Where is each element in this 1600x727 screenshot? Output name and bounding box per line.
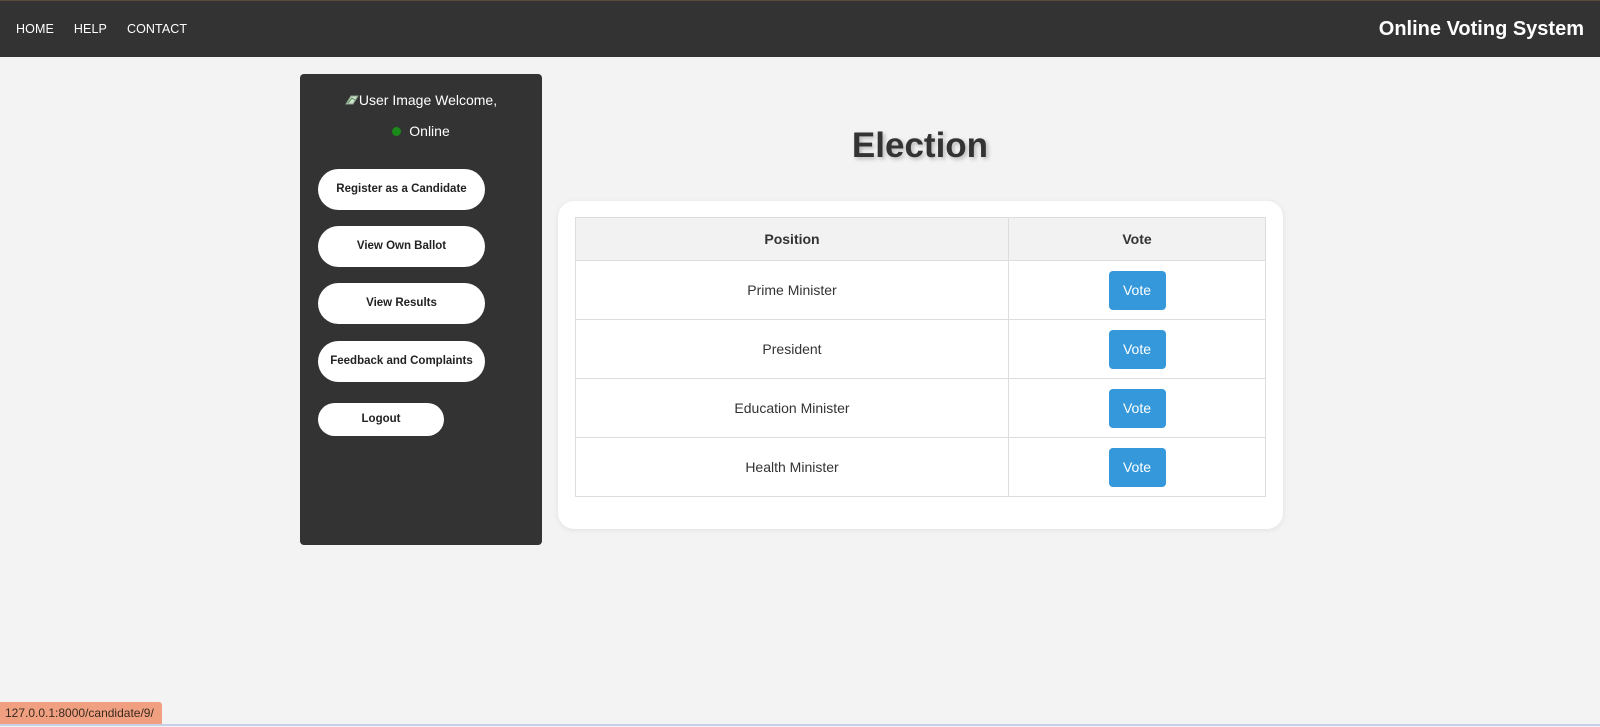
vote-cell: Vote bbox=[1008, 260, 1266, 320]
vote-cell: Vote bbox=[1008, 437, 1266, 497]
election-card: Position Vote Prime Minister Vote Presid… bbox=[558, 201, 1283, 529]
election-table: Position Vote Prime Minister Vote Presid… bbox=[575, 217, 1266, 497]
view-own-ballot-button[interactable]: View Own Ballot bbox=[318, 226, 485, 267]
vote-button[interactable]: Vote bbox=[1108, 329, 1166, 369]
sidebar: User Image Welcome, Online Register as a… bbox=[300, 74, 542, 545]
position-cell: Education Minister bbox=[575, 378, 1009, 438]
table-row: Education Minister Vote bbox=[575, 378, 1266, 438]
header-position: Position bbox=[575, 217, 1009, 261]
welcome-text: Welcome, bbox=[435, 92, 498, 108]
vote-button[interactable]: Vote bbox=[1108, 447, 1166, 487]
nav-home-link[interactable]: HOME bbox=[16, 22, 54, 36]
page-title: Election bbox=[851, 126, 989, 165]
position-cell: President bbox=[575, 319, 1009, 379]
site-brand: Online Voting System bbox=[1378, 18, 1584, 40]
status-bar-url: 127.0.0.1:8000/candidate/9/ bbox=[0, 702, 162, 724]
vote-button[interactable]: Vote bbox=[1108, 270, 1166, 310]
feedback-complaints-button[interactable]: Feedback and Complaints bbox=[318, 341, 485, 382]
nav-links: HOME HELP CONTACT bbox=[16, 22, 207, 36]
broken-image-icon bbox=[344, 92, 359, 105]
table-row: President Vote bbox=[575, 319, 1266, 379]
user-welcome: User Image Welcome, bbox=[300, 92, 542, 108]
position-cell: Health Minister bbox=[575, 437, 1009, 497]
table-header-row: Position Vote bbox=[575, 217, 1266, 261]
online-dot-icon bbox=[392, 127, 402, 136]
bottom-divider bbox=[0, 724, 1600, 726]
online-status: Online bbox=[300, 123, 542, 139]
position-cell: Prime Minister bbox=[575, 260, 1009, 320]
status-text: Online bbox=[409, 123, 450, 139]
header-vote: Vote bbox=[1008, 217, 1266, 261]
vote-button[interactable]: Vote bbox=[1108, 388, 1166, 428]
register-candidate-button[interactable]: Register as a Candidate bbox=[318, 169, 485, 210]
vote-cell: Vote bbox=[1008, 319, 1266, 379]
table-row: Prime Minister Vote bbox=[575, 260, 1266, 320]
nav-help-link[interactable]: HELP bbox=[74, 22, 107, 36]
logout-button[interactable]: Logout bbox=[318, 403, 444, 436]
user-image-alt-text: User Image bbox=[358, 92, 432, 108]
vote-cell: Vote bbox=[1008, 378, 1266, 438]
nav-contact-link[interactable]: CONTACT bbox=[127, 22, 187, 36]
table-row: Health Minister Vote bbox=[575, 437, 1266, 497]
top-navbar: HOME HELP CONTACT Online Voting System bbox=[0, 0, 1600, 57]
view-results-button[interactable]: View Results bbox=[318, 283, 485, 324]
